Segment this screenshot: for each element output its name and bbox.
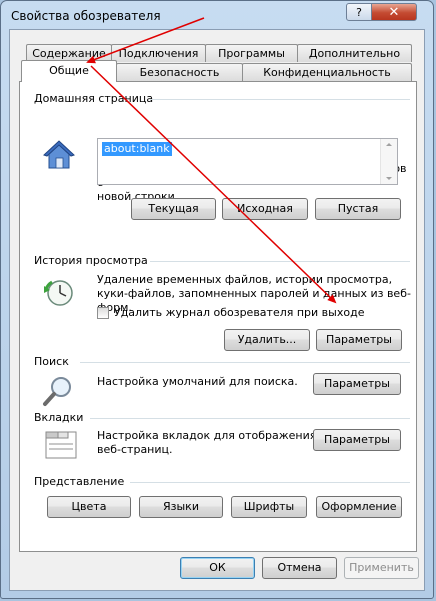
colors-button[interactable]: Цвета xyxy=(47,496,131,518)
history-heading: История просмотра xyxy=(34,254,148,267)
window-title: Свойства обозревателя xyxy=(11,9,161,23)
tabs-icon xyxy=(45,431,77,459)
scroll-up-arrow-icon[interactable] xyxy=(386,143,392,146)
close-icon: ✕ xyxy=(388,4,400,20)
delete-history-on-exit-checkbox[interactable] xyxy=(97,307,109,319)
search-heading: Поиск xyxy=(34,355,69,368)
tab-programs-label: Программы xyxy=(218,47,285,60)
tab-connections[interactable]: Подключения xyxy=(111,44,206,62)
dialog-client-area: Содержание Подключения Программы Дополни… xyxy=(9,29,425,591)
tab-advanced-label: Дополнительно xyxy=(308,47,401,60)
house-icon xyxy=(43,140,75,169)
magnifier-icon xyxy=(43,377,71,406)
ok-button[interactable]: ОК xyxy=(180,557,255,579)
languages-button[interactable]: Языки xyxy=(139,496,223,518)
tabs-desc-line2: веб-страниц. xyxy=(97,443,173,456)
tabs-settings-button[interactable]: Параметры xyxy=(313,429,401,451)
tab-security-label: Безопасность xyxy=(139,66,220,79)
close-button[interactable]: ✕ xyxy=(371,3,417,21)
home-page-divider xyxy=(150,99,410,100)
home-page-heading: Домашняя страница xyxy=(34,92,154,105)
tab-connections-label: Подключения xyxy=(118,47,199,60)
home-page-scrollbar[interactable] xyxy=(380,139,397,184)
history-desc-line1: Удаление временных файлов, истории просм… xyxy=(97,273,393,286)
history-divider xyxy=(150,261,410,262)
tab-privacy-label: Конфиденциальность xyxy=(263,66,391,79)
delete-history-on-exit-label: Удалить журнал обозревателя при выходе xyxy=(114,306,365,319)
cancel-button[interactable]: Отмена xyxy=(262,557,337,579)
tab-general[interactable]: Общие xyxy=(21,60,117,82)
apply-button[interactable]: Применить xyxy=(344,557,419,579)
use-default-button[interactable]: Исходная xyxy=(222,198,308,220)
tab-general-label: Общие xyxy=(49,64,89,77)
history-settings-button[interactable]: Параметры xyxy=(316,329,402,351)
tab-programs[interactable]: Программы xyxy=(205,44,298,62)
tab-content-label: Содержание xyxy=(32,47,106,60)
tabs-description: Настройка вкладок для отображения веб-ст… xyxy=(97,429,316,457)
tab-privacy[interactable]: Конфиденциальность xyxy=(242,63,412,81)
search-settings-button[interactable]: Параметры xyxy=(313,373,401,395)
tabs-heading: Вкладки xyxy=(34,411,84,424)
appearance-divider xyxy=(130,482,410,483)
appearance-heading: Представление xyxy=(34,475,125,488)
use-current-button[interactable]: Текущая xyxy=(131,198,216,220)
scroll-down-arrow-icon[interactable] xyxy=(386,177,392,180)
use-blank-button[interactable]: Пустая xyxy=(315,198,401,220)
search-divider xyxy=(80,362,410,363)
history-clock-icon xyxy=(44,280,73,306)
accessibility-button[interactable]: Оформление xyxy=(316,496,402,518)
help-icon: ? xyxy=(356,5,362,19)
title-bar[interactable]: Свойства обозревателя ? ✕ xyxy=(1,1,433,29)
delete-history-button[interactable]: Удалить... xyxy=(224,329,310,351)
tab-security[interactable]: Безопасность xyxy=(116,63,243,81)
home-page-address-value: about:blank xyxy=(102,142,172,156)
tabs-desc-line1: Настройка вкладок для отображения xyxy=(97,429,317,442)
internet-options-window: Свойства обозревателя ? ✕ Содержание Под… xyxy=(0,0,434,599)
general-tab-panel: Домашняя страница Чтобы создать вкладки,… xyxy=(19,81,417,552)
home-page-address-field[interactable]: about:blank xyxy=(97,138,398,185)
tab-advanced[interactable]: Дополнительно xyxy=(297,44,412,62)
search-description: Настройка умолчаний для поиска. xyxy=(97,375,298,388)
tabs-divider xyxy=(90,418,410,419)
help-button[interactable]: ? xyxy=(346,3,372,21)
fonts-button[interactable]: Шрифты xyxy=(231,496,307,518)
